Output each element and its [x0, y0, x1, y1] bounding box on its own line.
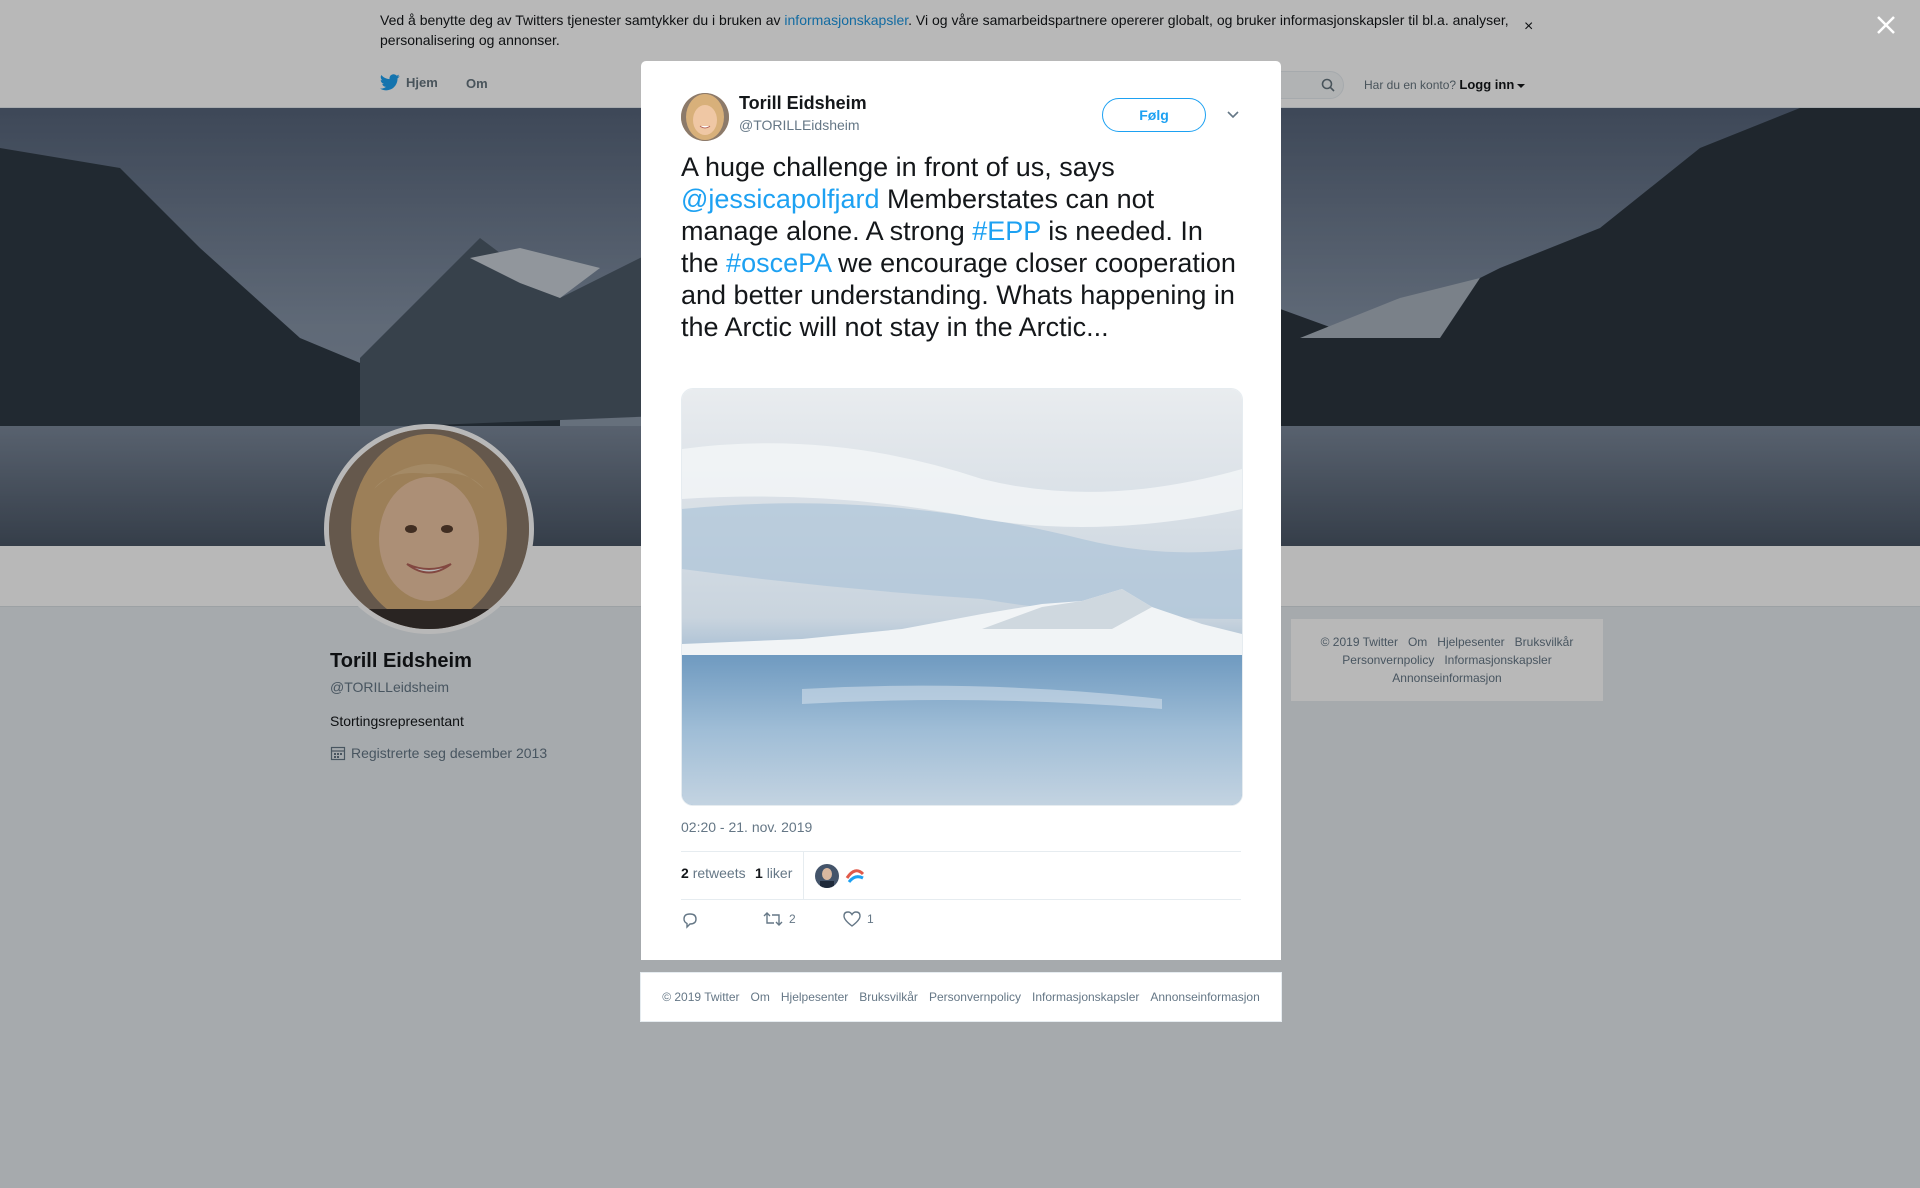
- like-count: 1: [867, 912, 874, 926]
- like-stat-label: liker: [766, 865, 793, 881]
- tweet-stats: 2 retweets 1 liker: [681, 851, 1241, 900]
- footer-link[interactable]: Hjelpesenter: [781, 990, 848, 1004]
- engager-logo: [843, 864, 867, 888]
- tweet-author-handle[interactable]: @TORILLEidsheim: [739, 117, 860, 133]
- engager-avatar[interactable]: [815, 864, 839, 888]
- footer-link[interactable]: Informasjonskapsler: [1032, 990, 1139, 1004]
- footer-link[interactable]: © 2019 Twitter: [662, 990, 739, 1004]
- author-photo: [681, 93, 729, 141]
- close-icon[interactable]: [1875, 14, 1897, 36]
- tweet-author-avatar[interactable]: [681, 93, 729, 141]
- retweet-stat-label: retweets: [692, 865, 746, 881]
- tweet-actions: 2 1: [681, 911, 1241, 935]
- like-stat-count: 1: [755, 865, 763, 881]
- arctic-landscape-image: [682, 389, 1242, 805]
- hashtag-link[interactable]: #oscePA: [726, 248, 831, 278]
- footer-link[interactable]: Personvernpolicy: [929, 990, 1021, 1004]
- tweet-timestamp[interactable]: 02:20 - 21. nov. 2019: [681, 819, 812, 835]
- tweet-author-name[interactable]: Torill Eidsheim: [739, 93, 867, 114]
- chevron-down-icon[interactable]: [1226, 108, 1240, 122]
- footer-link[interactable]: Om: [751, 990, 770, 1004]
- reply-button[interactable]: [681, 911, 699, 929]
- like-button[interactable]: 1: [843, 911, 874, 927]
- tweet-text: A huge challenge in front of us, says @j…: [681, 151, 1241, 343]
- tweet-permalink-modal: Torill Eidsheim @TORILLEidsheim Følg A h…: [641, 61, 1281, 960]
- stats-divider: [803, 852, 804, 899]
- engager-photo: [815, 864, 839, 888]
- mention-link[interactable]: @jessicapolfjard: [681, 184, 880, 214]
- like-stat[interactable]: 1 liker: [755, 865, 792, 881]
- footer-link[interactable]: Annonseinformasjon: [1150, 990, 1259, 1004]
- retweet-stat-count: 2: [681, 865, 689, 881]
- retweet-icon: [763, 912, 783, 926]
- retweet-button[interactable]: 2: [763, 911, 796, 927]
- engager-avatar[interactable]: [843, 864, 867, 888]
- hashtag-link[interactable]: #EPP: [972, 216, 1041, 246]
- retweet-stat[interactable]: 2 retweets: [681, 865, 746, 881]
- footer-link[interactable]: Bruksvilkår: [859, 990, 918, 1004]
- heart-icon: [843, 911, 861, 927]
- tweet-text-part: A huge challenge in front of us, says: [681, 152, 1115, 182]
- follow-button[interactable]: Følg: [1102, 98, 1206, 132]
- tweet-photo[interactable]: [681, 388, 1243, 806]
- reply-icon: [683, 913, 697, 929]
- modal-footer: © 2019 Twitter Om Hjelpesenter Bruksvilk…: [640, 972, 1282, 1022]
- retweet-count: 2: [789, 912, 796, 926]
